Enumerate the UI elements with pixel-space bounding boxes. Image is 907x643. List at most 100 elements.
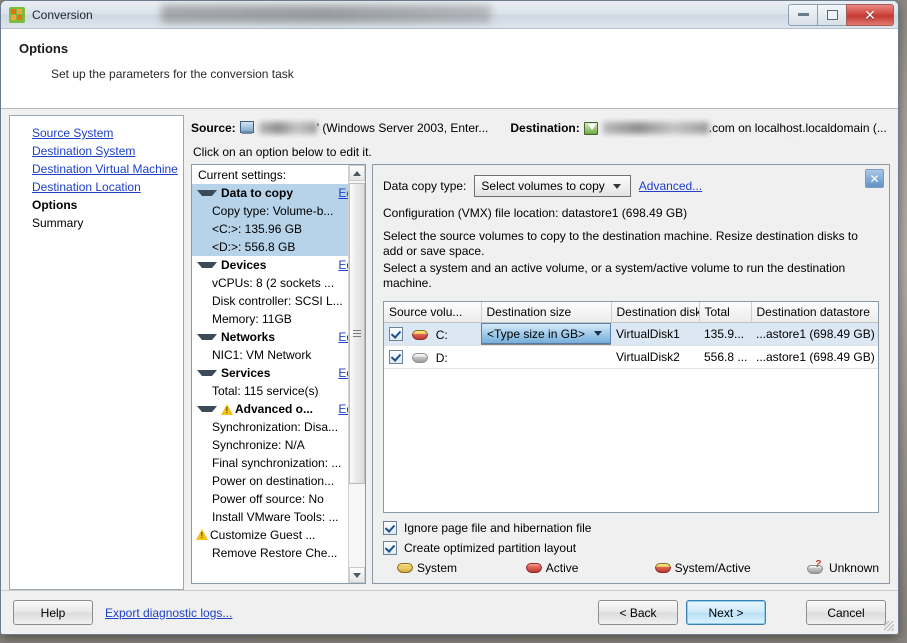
panel-options: Ignore page file and hibernation file Cr… xyxy=(383,521,879,575)
panel-description-1: Select the source volumes to copy to the… xyxy=(383,229,858,258)
data-copy-type-label: Data copy type: xyxy=(383,179,467,193)
minimize-button[interactable] xyxy=(788,3,817,26)
legend-label: System xyxy=(417,561,458,575)
volume-checkbox[interactable] xyxy=(389,326,403,341)
ignore-page-file-checkbox[interactable] xyxy=(383,521,397,535)
cell-source-volume: C: xyxy=(384,322,481,346)
tree-leaf: Install VMware Tools: ... xyxy=(212,510,339,524)
column-header-destination-disk[interactable]: Destination disk xyxy=(611,302,700,323)
grip-icon xyxy=(353,330,361,338)
page-subtitle: Set up the parameters for the conversion… xyxy=(51,67,294,81)
option-ignore-page-file[interactable]: Ignore page file and hibernation file xyxy=(383,521,879,535)
tree-leaf: Synchronization: Disa... xyxy=(212,420,339,434)
volume-system-active-icon xyxy=(654,563,671,573)
tree-group-data-to-copy[interactable]: Data to copy Edit xyxy=(192,184,365,202)
volume-letter: C: xyxy=(435,327,448,342)
legend-label: System/Active xyxy=(674,561,751,575)
destination-size-select[interactable]: <Type size in GB> xyxy=(481,323,611,344)
cell-destination-size: <Type size in GB> ...tain size (135.96 G… xyxy=(481,322,611,346)
minimize-icon xyxy=(797,13,809,16)
volume-active-icon xyxy=(525,563,542,573)
column-header-total[interactable]: Total xyxy=(699,302,752,323)
legend-item-system-active: System/Active xyxy=(649,561,807,575)
chevron-down-icon xyxy=(197,190,217,196)
data-to-copy-panel: ✕ Data copy type: Select volumes to copy… xyxy=(372,164,890,584)
sidebar-item-destination-location[interactable]: Destination Location xyxy=(32,180,183,194)
chevron-down-icon xyxy=(353,572,361,578)
sidebar-item-summary[interactable]: Summary xyxy=(32,216,183,230)
current-settings-tree[interactable]: Current settings: Data to copy Edit Copy… xyxy=(191,164,366,584)
column-header-source-volume[interactable]: Source volu... xyxy=(384,302,482,323)
chevron-down-icon xyxy=(594,331,602,336)
maximize-button[interactable] xyxy=(817,3,846,26)
cell-destination-size[interactable] xyxy=(481,345,611,369)
volume-checkbox[interactable] xyxy=(389,349,403,364)
cell-destination-datastore: ...astore1 (698.49 GB) xyxy=(751,345,878,369)
help-button[interactable]: Help xyxy=(13,600,93,625)
sidebar-item-destination-virtual-machine[interactable]: Destination Virtual Machine xyxy=(32,162,183,176)
destination-name-redacted xyxy=(602,122,709,134)
tree-group-label: Services xyxy=(221,366,271,380)
tree-group-advanced-options[interactable]: Advanced o... Edit xyxy=(192,400,365,418)
data-copy-type-select[interactable]: Select volumes to copy xyxy=(474,175,631,197)
advanced-link[interactable]: Advanced... xyxy=(639,179,702,193)
option-create-optimized-partition-layout[interactable]: Create optimized partition layout xyxy=(383,541,879,555)
resize-grip-icon[interactable] xyxy=(884,621,894,631)
dropdown-option-maintain-size[interactable]: ...tain size (135.96 GB) xyxy=(482,345,610,346)
cell-total: 135.9... xyxy=(699,322,751,346)
legend-item-active: Active xyxy=(520,561,649,575)
settings-tree-scrollbar[interactable] xyxy=(348,165,365,583)
scroll-up-button[interactable] xyxy=(349,165,365,181)
source-machine-icon xyxy=(239,121,255,135)
table-row[interactable]: D: VirtualDisk2 556.8 ... ...astore1 (69… xyxy=(384,345,878,369)
volume-unknown-icon: ? xyxy=(806,559,823,574)
back-button[interactable]: < Back xyxy=(598,600,678,625)
wizard-footer: Help Export diagnostic logs... < Back Ne… xyxy=(1,590,898,634)
scrollbar-thumb[interactable] xyxy=(349,183,365,485)
tree-group-networks[interactable]: Networks Edit xyxy=(192,328,365,346)
cell-total: 556.8 ... xyxy=(699,345,751,369)
cancel-button[interactable]: Cancel xyxy=(806,600,886,625)
column-header-destination-size[interactable]: Destination size xyxy=(481,302,612,323)
page-title: Options xyxy=(19,41,69,56)
scrollbar-track[interactable] xyxy=(349,181,365,567)
optimized-partition-checkbox[interactable] xyxy=(383,541,397,555)
tree-leaf: Final synchronization: ... xyxy=(212,456,342,470)
table-row[interactable]: C: <Type size in GB> ...tain siz xyxy=(384,322,878,346)
edit-hint: Click on an option below to edit it. xyxy=(193,145,372,159)
volume-system-icon xyxy=(397,563,413,573)
tree-leaf: Power on destination... xyxy=(212,474,335,488)
tree-group-services[interactable]: Services Edit xyxy=(192,364,365,382)
vmx-file-location: Configuration (VMX) file location: datas… xyxy=(383,206,688,220)
chevron-up-icon xyxy=(353,170,361,176)
conversion-window: Conversion ✕ Options Set up the paramete… xyxy=(0,0,899,635)
tree-leaf: Total: 115 service(s) xyxy=(212,384,319,398)
settings-tree-items: Data to copy Edit Copy type: Volume-b...… xyxy=(192,184,365,583)
destination-value: .com on localhost.localdomain (... xyxy=(708,121,887,135)
tree-leaf: Memory: 11GB xyxy=(212,312,292,326)
chevron-down-icon xyxy=(612,183,621,189)
tree-group-devices[interactable]: Devices Edit xyxy=(192,256,365,274)
sidebar-item-destination-system[interactable]: Destination System xyxy=(32,144,183,158)
close-button[interactable]: ✕ xyxy=(846,3,894,26)
help-label: Help xyxy=(40,605,66,620)
table-header-row: Source volu... Destination size Destinat… xyxy=(384,302,878,323)
close-icon: ✕ xyxy=(864,6,876,23)
next-button[interactable]: Next > xyxy=(686,600,766,625)
window-title: Conversion xyxy=(32,7,93,22)
sidebar-item-source-system[interactable]: Source System xyxy=(32,126,183,140)
close-panel-button[interactable]: ✕ xyxy=(865,169,884,188)
data-copy-type-value: Select volumes to copy xyxy=(481,179,605,193)
cursor-dot xyxy=(787,136,794,138)
column-header-destination-datastore[interactable]: Destination datastore xyxy=(751,302,878,323)
warning-icon xyxy=(196,529,208,540)
export-diagnostic-logs-link[interactable]: Export diagnostic logs... xyxy=(105,606,232,620)
destination-size-dropdown-list[interactable]: ...tain size (135.96 GB) Min size (27.76… xyxy=(481,344,611,346)
legend-item-system: System xyxy=(391,561,520,575)
destination-machine-icon xyxy=(583,121,599,136)
sidebar-item-options[interactable]: Options xyxy=(32,198,183,212)
scroll-down-button[interactable] xyxy=(349,567,365,583)
tree-leaf: Remove Restore Che... xyxy=(212,546,338,560)
chevron-down-icon xyxy=(197,334,217,340)
volumes-table: Source volu... Destination size Destinat… xyxy=(384,302,878,369)
